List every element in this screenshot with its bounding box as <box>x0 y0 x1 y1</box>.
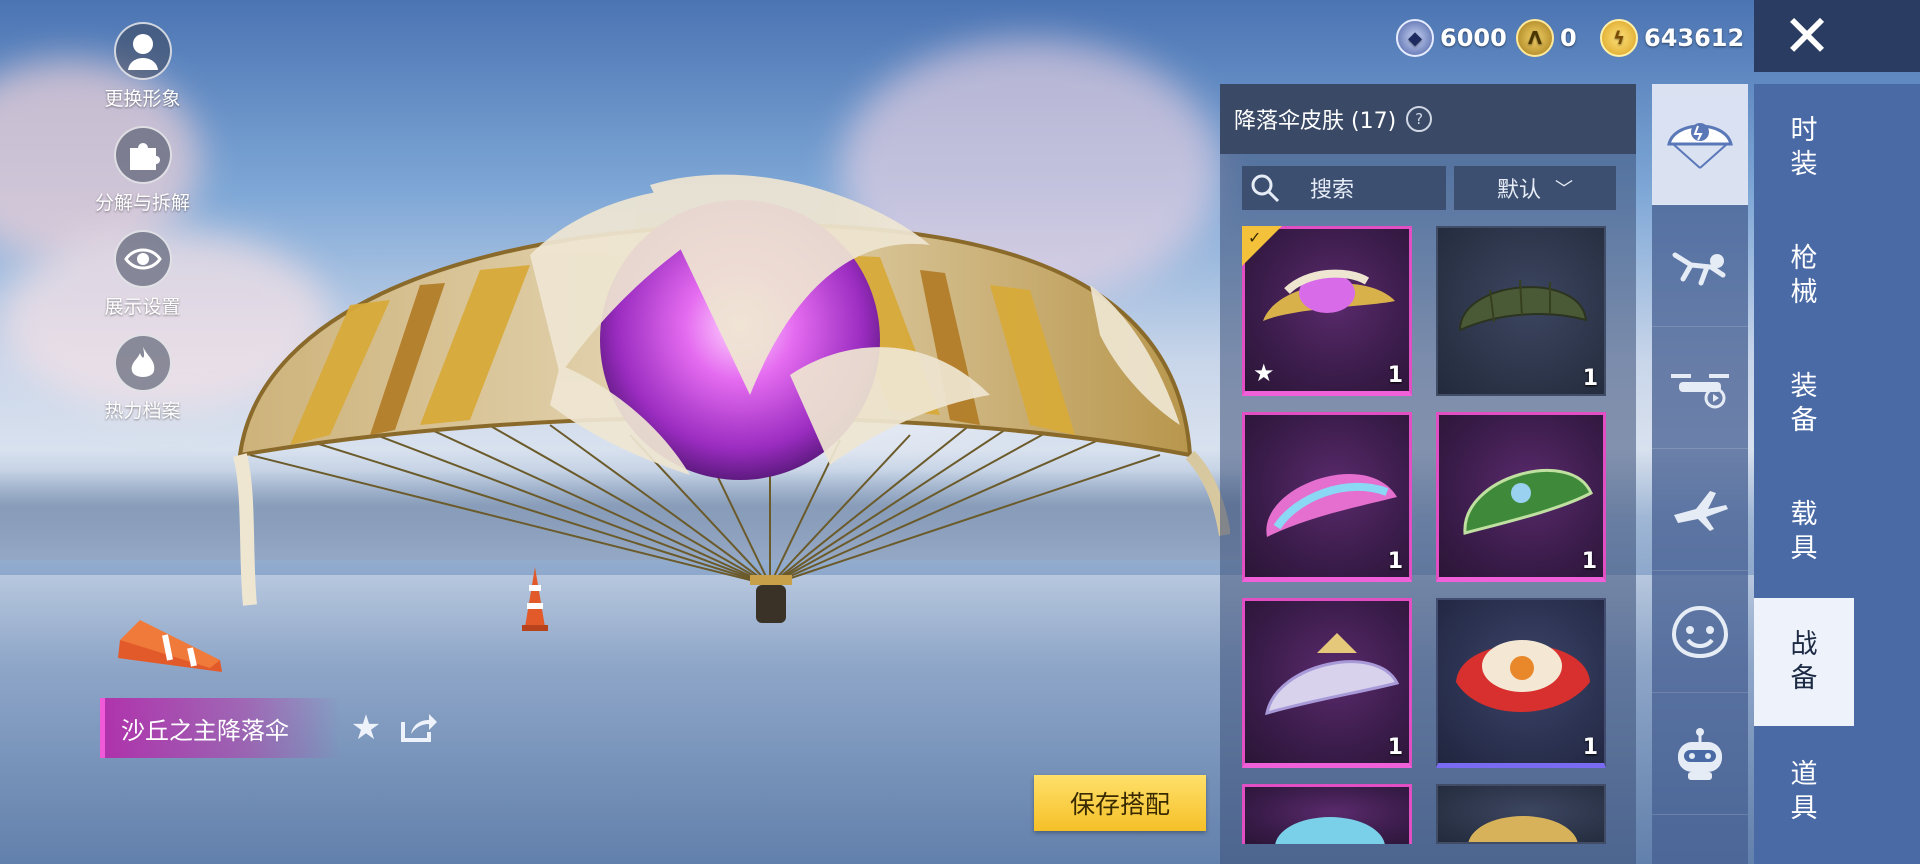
tab-label: 战备 <box>1790 629 1818 694</box>
item-quantity: 1 <box>1387 363 1403 388</box>
parachute-skin-image <box>1458 279 1588 332</box>
tab-label: 枪械 <box>1790 243 1818 308</box>
panel-header: 降落伞皮肤 (17) ? <box>1220 84 1636 154</box>
search-label: 搜索 <box>1310 178 1355 203</box>
parachute-skin-image <box>1266 474 1397 537</box>
skin-panel: 降落伞皮肤 (17) ? 搜索 默认 ﹀ ✓ ★ 1 1 1 1 1 1 <box>1220 84 1636 864</box>
check-icon: ✓ <box>1248 228 1262 247</box>
display-settings-button[interactable]: 展示设置 <box>85 230 200 319</box>
tab-items[interactable]: 道具 <box>1754 728 1854 856</box>
bp-coin-icon: ϟ <box>1600 19 1638 57</box>
skin-card[interactable] <box>1436 784 1606 844</box>
parachute-skin-image <box>1263 269 1395 321</box>
item-quantity: 1 <box>1387 735 1403 760</box>
decompose-label: 分解与拆解 <box>94 192 190 214</box>
favorite-star-icon[interactable]: ★ <box>346 708 386 748</box>
uc-balance: ◆ 6000 <box>1396 18 1507 58</box>
category-companion[interactable] <box>1652 694 1748 815</box>
airplane-icon <box>1674 491 1728 531</box>
skin-card[interactable]: 1 <box>1436 226 1606 396</box>
tab-weapons[interactable]: 枪械 <box>1754 212 1854 340</box>
tab-label: 道具 <box>1790 759 1818 824</box>
category-emote[interactable] <box>1652 572 1748 693</box>
search-input[interactable]: 搜索 <box>1242 166 1446 210</box>
parachute-icon <box>1667 123 1733 169</box>
search-icon <box>1251 174 1280 203</box>
save-outfit-label: 保存搭配 <box>1069 790 1170 819</box>
eye-icon <box>113 230 172 288</box>
item-quantity: 1 <box>1582 735 1598 760</box>
parachute-skin-image <box>1463 468 1593 535</box>
token-value: 0 <box>1560 24 1577 52</box>
share-icon <box>401 714 437 742</box>
item-quantity: 1 <box>1582 366 1598 391</box>
avatar-icon <box>113 22 172 80</box>
item-name-tag: 沙丘之主降落伞 <box>100 698 340 758</box>
tab-battle-gear[interactable]: 战备 <box>1754 598 1854 726</box>
tab-fashion[interactable]: 时装 <box>1754 84 1854 212</box>
save-outfit-button[interactable]: 保存搭配 <box>1034 775 1206 831</box>
skydive-emote-icon <box>1672 252 1726 286</box>
item-quantity: 1 <box>1387 549 1403 574</box>
flame-icon <box>113 334 172 392</box>
subcategory-bar <box>1652 84 1748 864</box>
share-button[interactable] <box>396 708 440 748</box>
bp-value: 643612 <box>1644 24 1745 52</box>
decompose-button[interactable]: 分解与拆解 <box>85 126 200 215</box>
parachute-skin-image <box>1468 816 1578 842</box>
chevron-down-icon: ﹀ <box>1555 179 1573 200</box>
bp-balance: ϟ 643612 <box>1600 18 1744 58</box>
heat-archive-label: 热力档案 <box>104 400 181 422</box>
item-quantity: 1 <box>1581 549 1597 574</box>
parachute-skin-image <box>1265 633 1400 716</box>
category-skydive-emote[interactable] <box>1652 206 1748 327</box>
parachute-skin-image <box>1456 640 1590 712</box>
skin-card[interactable]: 1 <box>1436 598 1606 768</box>
display-settings-label: 展示设置 <box>104 296 181 318</box>
parachute-skin-image <box>1275 817 1385 844</box>
tab-label: 载具 <box>1790 499 1818 564</box>
close-button[interactable]: ✕ <box>1754 0 1920 72</box>
tab-label: 时装 <box>1790 115 1818 180</box>
tab-equipment[interactable]: 装备 <box>1754 340 1854 468</box>
uc-value: 6000 <box>1440 24 1507 52</box>
heat-archive-button[interactable]: 热力档案 <box>85 334 200 423</box>
skin-card[interactable]: ✓ ★ 1 <box>1242 226 1412 396</box>
favorite-star-icon: ★ <box>1253 359 1275 387</box>
skin-card[interactable]: 1 <box>1242 412 1412 582</box>
tab-vehicles[interactable]: 载具 <box>1754 468 1854 596</box>
change-appearance-label: 更换形象 <box>104 88 181 110</box>
skin-card[interactable]: 1 <box>1436 412 1606 582</box>
token-balance: Λ 0 <box>1516 18 1577 58</box>
close-icon: ✕ <box>1782 2 1832 70</box>
uc-coin-icon: ◆ <box>1396 19 1434 57</box>
parachute-preview[interactable] <box>230 135 1230 655</box>
panel-title: 降落伞皮肤 (17) <box>1234 109 1397 134</box>
category-drone[interactable] <box>1652 328 1748 449</box>
skin-card[interactable] <box>1242 784 1412 844</box>
puzzle-icon <box>113 126 172 184</box>
sort-label: 默认 <box>1496 178 1541 203</box>
gold-token-icon: Λ <box>1516 19 1554 57</box>
drone-icon <box>1671 374 1729 409</box>
traffic-cone <box>118 620 222 672</box>
tab-label: 装备 <box>1790 371 1818 436</box>
category-parachute[interactable] <box>1652 84 1748 205</box>
robot-companion-icon <box>1678 728 1722 780</box>
sort-dropdown[interactable]: 默认 ﹀ <box>1454 166 1616 210</box>
skin-card[interactable]: 1 <box>1242 598 1412 768</box>
change-appearance-button[interactable]: 更换形象 <box>85 22 200 111</box>
help-icon[interactable]: ? <box>1406 106 1433 132</box>
smiley-emote-icon <box>1671 605 1729 659</box>
item-name: 沙丘之主降落伞 <box>121 716 289 745</box>
main-tab-bar: 时装 枪械 装备 载具 战备 道具 <box>1754 84 1920 864</box>
category-airplane[interactable] <box>1652 450 1748 571</box>
